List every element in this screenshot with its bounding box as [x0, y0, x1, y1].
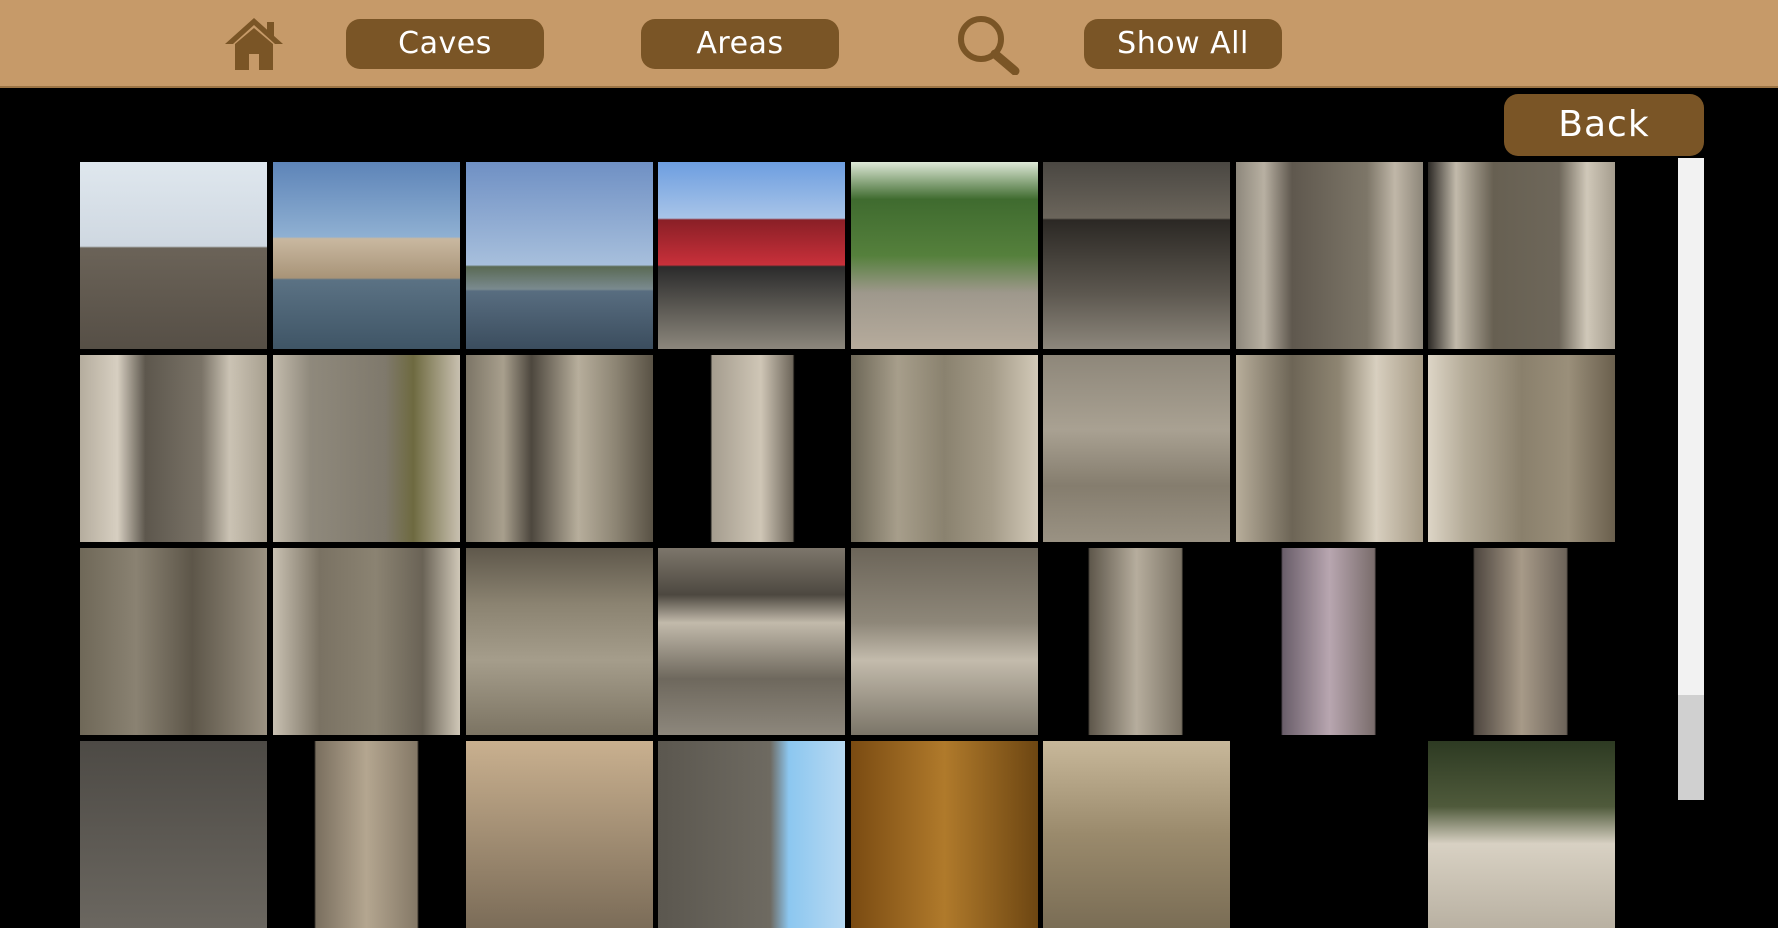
- gallery-thumbnail[interactable]: [80, 162, 267, 349]
- gallery-thumbnail[interactable]: [658, 548, 845, 735]
- gallery-thumbnail[interactable]: [1236, 355, 1423, 542]
- gallery-thumbnail[interactable]: [466, 162, 653, 349]
- gallery-thumbnail[interactable]: [851, 162, 1038, 349]
- gallery-thumbnail[interactable]: [273, 741, 460, 928]
- gallery-thumbnail[interactable]: [1043, 548, 1230, 735]
- gallery-thumbnail[interactable]: [80, 355, 267, 542]
- gallery-thumbnail[interactable]: [273, 548, 460, 735]
- scrollbar-thumb[interactable]: [1678, 695, 1704, 800]
- gallery-thumbnail[interactable]: [1428, 548, 1615, 735]
- gallery-thumbnail[interactable]: [1428, 355, 1615, 542]
- gallery-thumbnail[interactable]: [658, 741, 845, 928]
- gallery-thumbnail[interactable]: [1043, 162, 1230, 349]
- home-icon[interactable]: [223, 14, 285, 72]
- gallery-thumbnail[interactable]: [1236, 548, 1423, 735]
- gallery-thumbnail[interactable]: [1043, 355, 1230, 542]
- gallery-thumbnail[interactable]: [80, 741, 267, 928]
- gallery-thumbnail[interactable]: [851, 548, 1038, 735]
- gallery-thumbnail[interactable]: [1043, 741, 1230, 928]
- gallery-thumbnail[interactable]: [466, 548, 653, 735]
- gallery-thumbnail[interactable]: [851, 741, 1038, 928]
- top-navigation-bar: Caves Areas Show All: [0, 0, 1778, 88]
- search-icon[interactable]: [955, 13, 1021, 76]
- gallery-thumbnail[interactable]: [1236, 162, 1423, 349]
- gallery-thumbnail[interactable]: [273, 162, 460, 349]
- back-button[interactable]: Back: [1504, 94, 1704, 156]
- caves-button[interactable]: Caves: [346, 19, 544, 69]
- areas-button[interactable]: Areas: [641, 19, 839, 69]
- gallery-thumbnail[interactable]: [658, 355, 845, 542]
- gallery-thumbnail[interactable]: [1428, 162, 1615, 349]
- show-all-button[interactable]: Show All: [1084, 19, 1282, 69]
- gallery-thumbnail[interactable]: [273, 355, 460, 542]
- gallery-thumbnail[interactable]: [466, 741, 653, 928]
- gallery-thumbnail[interactable]: [658, 162, 845, 349]
- gallery-thumbnail[interactable]: [80, 548, 267, 735]
- gallery-thumbnail[interactable]: [1428, 741, 1615, 928]
- gallery-thumbnail[interactable]: [466, 355, 653, 542]
- gallery-thumbnail[interactable]: [851, 355, 1038, 542]
